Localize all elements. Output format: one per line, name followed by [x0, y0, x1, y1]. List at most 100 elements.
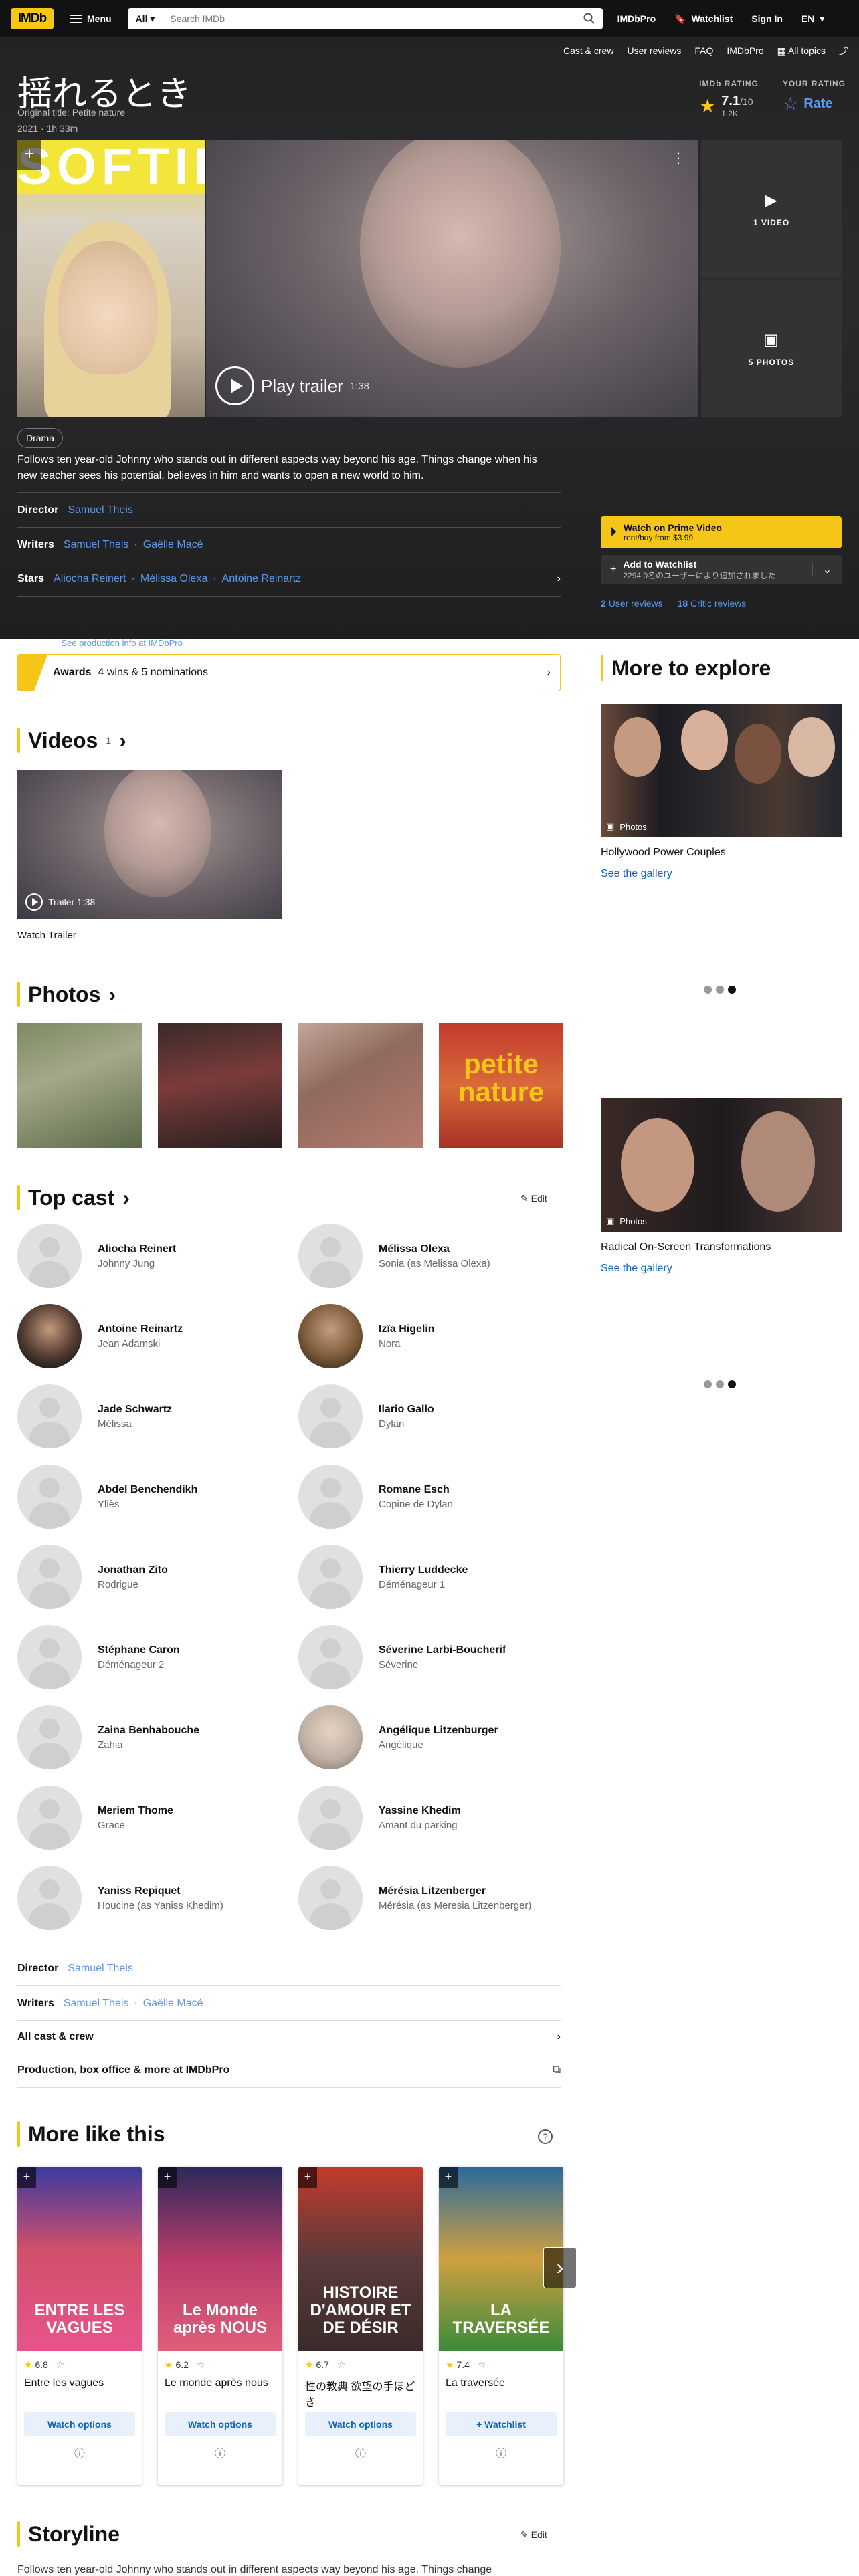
watch-options-button[interactable]: Watch options	[305, 2412, 416, 2436]
carousel-dot-active[interactable]	[728, 1380, 736, 1388]
avatar[interactable]	[17, 1866, 82, 1930]
cast-name[interactable]: Mélissa Olexa	[379, 1243, 490, 1255]
avatar[interactable]	[17, 1304, 82, 1368]
watch-prime-button[interactable]: ⏵ Watch on Prime Video rent/buy from $3.99	[601, 516, 842, 548]
explore-gallery-image[interactable]: ▣ Photos	[601, 704, 842, 837]
watch-options-button[interactable]: Watch options	[24, 2412, 135, 2436]
search-icon[interactable]	[576, 13, 603, 25]
cast-member[interactable]: Angélique Litzenburger Angélique	[298, 1705, 566, 1769]
search-input[interactable]: Search IMDb	[163, 13, 575, 24]
add-to-watchlist-icon[interactable]: +	[17, 140, 41, 170]
info-icon[interactable]: ⓘ	[439, 2444, 563, 2460]
cast-member[interactable]: Thierry Luddecke Déménageur 1	[298, 1545, 566, 1609]
play-trailer-button[interactable]: Play trailer 1:38	[215, 366, 369, 405]
see-gallery-link[interactable]: See the gallery	[601, 868, 672, 880]
avatar[interactable]	[298, 1304, 363, 1368]
add-watchlist-button[interactable]: + Add to Watchlist 2294.0名のユーザーにより追加されました ⌄	[601, 555, 842, 584]
language-select[interactable]: EN ▾	[801, 13, 824, 25]
cast-name[interactable]: Angélique Litzenburger	[379, 1725, 498, 1737]
poster[interactable]: SOFTIE +	[17, 140, 205, 417]
cast-name[interactable]: Jade Schwartz	[98, 1404, 172, 1416]
writer-link[interactable]: Gaëlle Macé	[143, 539, 203, 551]
add-to-watchlist-icon[interactable]: +	[439, 2167, 458, 2188]
avatar[interactable]	[298, 1705, 363, 1769]
cast-member[interactable]: Jonathan Zito Rodrigue	[17, 1545, 285, 1609]
cast-name[interactable]: Zaina Benhabouche	[98, 1725, 199, 1737]
card-title[interactable]: 性の教典 欲望の手ほどき	[298, 2373, 423, 2409]
search-scope-select[interactable]: All ▾	[128, 8, 164, 29]
cast-member[interactable]: Yassine Khedim Amant du parking	[298, 1786, 566, 1850]
rate-star-icon[interactable]: ☆	[56, 2359, 65, 2371]
videos-heading[interactable]: Videos 1 ›	[17, 728, 126, 753]
cast-member[interactable]: Izïa Higelin Nora	[298, 1304, 566, 1368]
star-link[interactable]: Aliocha Reinert	[54, 573, 126, 585]
imdbpro-production-link[interactable]: IMDbPro See production info at IMDbPro	[17, 638, 183, 648]
carousel-dot[interactable]	[716, 1380, 724, 1388]
poster[interactable]: + ENTRE LES VAGUES	[17, 2167, 142, 2351]
info-icon[interactable]: ⓘ	[17, 2444, 142, 2460]
user-reviews-link[interactable]: User reviews	[627, 45, 681, 56]
photo-thumbnail[interactable]	[158, 1023, 282, 1148]
carousel-dot[interactable]	[704, 1380, 712, 1388]
rate-star-icon[interactable]: ☆	[197, 2359, 205, 2371]
writer-link[interactable]: Samuel Theis	[64, 539, 129, 551]
cast-name[interactable]: Yassine Khedim	[379, 1805, 461, 1817]
genre-chip[interactable]: Drama	[17, 428, 64, 448]
awards-bar[interactable]: Awards 4 wins & 5 nominations ›	[17, 654, 561, 691]
photo-thumbnail[interactable]	[298, 1023, 423, 1148]
more-like-card[interactable]: + HISTOIRE D'AMOUR ET DE DÉSIR ★ 6.7 ☆ 性の教典 …	[298, 2167, 423, 2485]
avatar[interactable]	[298, 1545, 363, 1609]
cast-name[interactable]: Yaniss Repiquet	[98, 1885, 223, 1897]
watch-options-button[interactable]: Watch options	[165, 2412, 276, 2436]
cast-member[interactable]: Romane Esch Copine de Dylan	[298, 1465, 566, 1529]
cast-name[interactable]: Stéphane Caron	[98, 1644, 180, 1656]
star-link[interactable]: Mélissa Olexa	[140, 573, 207, 585]
cast-name[interactable]: Romane Esch	[379, 1484, 453, 1496]
writer-link[interactable]: Samuel Theis	[64, 1998, 129, 2010]
stars-row[interactable]: Stars Aliocha Reinert · Mélissa Olexa · Antoi…	[17, 562, 561, 597]
video-thumbnail[interactable]: Trailer 1:38	[17, 770, 282, 919]
card-title[interactable]: Le monde après nous	[158, 2373, 282, 2407]
director-link[interactable]: Samuel Theis	[68, 1963, 133, 1975]
videos-tile[interactable]: ▶ 1 VIDEO	[701, 140, 842, 278]
cast-member[interactable]: Yaniss Repiquet Houcine (as Yaniss Khedim…	[17, 1866, 285, 1930]
writer-link[interactable]: Gaëlle Macé	[143, 1998, 203, 2010]
cast-name[interactable]: Aliocha Reinert	[98, 1243, 176, 1255]
signin-button[interactable]: Sign In	[751, 13, 783, 24]
avatar[interactable]	[17, 1786, 82, 1850]
share-icon[interactable]: ⤴	[839, 44, 848, 58]
cast-member[interactable]: Mélissa Olexa Sonia (as Melissa Olexa)	[298, 1224, 566, 1288]
director-link[interactable]: Samuel Theis	[68, 504, 133, 516]
critic-reviews-link[interactable]: 18 Critic reviews	[678, 598, 747, 609]
card-title[interactable]: La traversée	[439, 2373, 563, 2407]
avatar[interactable]	[298, 1786, 363, 1850]
add-to-watchlist-icon[interactable]: +	[158, 2167, 177, 2188]
menu-button[interactable]: Menu	[70, 13, 112, 24]
cast-name[interactable]: Abdel Benchendikh	[98, 1484, 197, 1496]
cast-member[interactable]: Jade Schwartz Mélissa	[17, 1384, 285, 1448]
edit-cast-button[interactable]: ✎ Edit	[520, 1193, 547, 1204]
all-topics-link[interactable]: ▦ All topics	[777, 45, 826, 57]
cast-member[interactable]: Antoine Reinartz Jean Adamski	[17, 1304, 285, 1368]
all-cast-crew-link[interactable]: All cast & crew ›	[17, 2020, 561, 2054]
see-gallery-link[interactable]: See the gallery	[601, 1263, 672, 1275]
avatar[interactable]	[17, 1625, 82, 1689]
search-bar[interactable]: All ▾ Search IMDb	[127, 8, 603, 29]
avatar[interactable]	[298, 1625, 363, 1689]
cast-name[interactable]: Izïa Higelin	[379, 1323, 435, 1335]
cast-name[interactable]: Séverine Larbi-Boucherif	[379, 1644, 506, 1656]
imdb-rating[interactable]: IMDb RATING ★ 7.1/10 1.2K	[699, 79, 759, 118]
cast-name[interactable]: Antoine Reinartz	[98, 1323, 183, 1335]
info-icon[interactable]: ⓘ	[298, 2444, 423, 2460]
release-year[interactable]: 2021	[17, 123, 38, 134]
edit-storyline-button[interactable]: ✎ Edit	[520, 2529, 547, 2541]
cast-name[interactable]: Thierry Luddecke	[379, 1564, 468, 1576]
carousel-dot[interactable]	[716, 986, 724, 994]
your-rating[interactable]: YOUR RATING ☆ Rate	[783, 79, 846, 118]
more-options-icon[interactable]: ⋮	[672, 150, 685, 167]
trailer-player[interactable]: ⋮ Play trailer 1:38	[206, 140, 698, 417]
more-like-card[interactable]: + LA TRAVERSÉE ★ 7.4 ☆ La traversée + Watchli…	[439, 2167, 563, 2485]
avatar[interactable]	[298, 1224, 363, 1288]
cast-member[interactable]: Abdel Benchendikh Yliès	[17, 1465, 285, 1529]
cast-member[interactable]: Zaina Benhabouche Zahia	[17, 1705, 285, 1769]
